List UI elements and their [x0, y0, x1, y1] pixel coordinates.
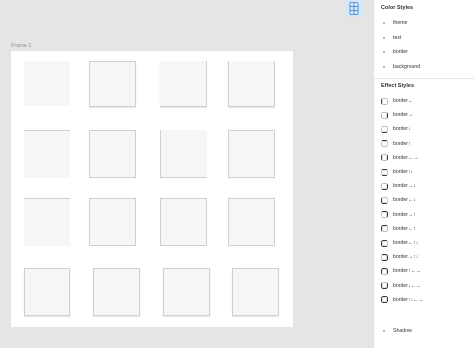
effect-style-row[interactable]: border→↓ [381, 181, 471, 191]
border-left-right-icon [381, 154, 388, 161]
tile-r1c3[interactable] [160, 61, 207, 107]
border-bottom-icon [381, 126, 388, 133]
color-style-text[interactable]: text [381, 33, 471, 43]
effect-style-label: border↓←→ [393, 282, 421, 289]
effect-style-label: border← [393, 98, 414, 104]
border-right-bottom-icon [381, 182, 388, 190]
effect-style-label: border→↓ [393, 183, 416, 190]
effect-style-label: border↑↓ [393, 169, 414, 175]
effect-style-label: border→↑↓ [393, 254, 419, 261]
border-left-bottom-icon [381, 197, 388, 204]
effect-style-label: border←→ [393, 154, 419, 161]
effect-style-row[interactable]: border←↑ [381, 224, 471, 234]
color-style-label: theme [393, 20, 408, 26]
effect-style-row[interactable]: border→ [381, 110, 471, 120]
effect-style-row[interactable]: border↑←→ [381, 266, 471, 276]
effect-style-shadow[interactable]: Shadow [381, 326, 471, 336]
bullet-icon [383, 330, 385, 332]
component-icon [349, 2, 359, 15]
effect-style-label: border←↑ [393, 225, 416, 232]
tile-r4c3[interactable] [163, 268, 210, 316]
tile-r4c2[interactable] [93, 268, 140, 316]
border-all-icon [381, 296, 388, 304]
effect-style-row[interactable]: border↑↓ [381, 167, 471, 177]
color-style-label: border [393, 49, 408, 55]
effect-style-label: border←↓ [393, 197, 416, 204]
border-top-bottom-icon [381, 168, 388, 176]
border-bottom-left-right-icon [381, 282, 388, 290]
bullet-icon [383, 36, 385, 39]
tile-r1c4[interactable] [228, 61, 275, 107]
effect-style-label: border←↑↓ [393, 240, 419, 246]
canvas[interactable]: Frame 1 [0, 0, 373, 348]
border-left-icon [381, 97, 388, 105]
effect-style-label: border→↑ [393, 211, 416, 218]
effect-style-row[interactable]: border←↑↓ [381, 238, 471, 248]
effect-style-row[interactable]: border← [381, 96, 471, 106]
border-right-top-icon [381, 211, 388, 218]
border-top-left-right-icon [381, 267, 388, 275]
effect-style-row[interactable]: border→↑ [381, 210, 471, 220]
color-style-label: background [393, 63, 421, 70]
bullet-icon [383, 51, 385, 53]
tile-r2c3[interactable] [160, 130, 207, 178]
border-left-top-icon [381, 225, 388, 232]
tile-r4c1[interactable] [24, 268, 70, 316]
section-divider [374, 78, 474, 79]
tile-r3c1[interactable] [24, 198, 70, 246]
tile-r1c2[interactable] [89, 61, 136, 107]
border-right-top-bottom-icon [381, 253, 388, 261]
effect-style-label: border→ [393, 112, 414, 119]
color-style-theme[interactable]: theme [381, 18, 471, 28]
effect-style-label: border↑↓←→ [393, 296, 424, 303]
bullet-icon [383, 22, 385, 24]
tile-r4c4[interactable] [232, 268, 279, 316]
effect-style-row[interactable]: border↓←→ [381, 281, 471, 291]
tile-r3c3[interactable] [160, 198, 207, 246]
styles-panel: Color Styles theme text border background E… [373, 0, 474, 348]
color-styles-title: Color Styles [381, 5, 414, 11]
effect-style-label: border↓ [393, 126, 411, 133]
component-button[interactable] [345, 0, 363, 17]
border-left-top-bottom-icon [381, 239, 388, 247]
effect-style-row[interactable]: border↑ [381, 139, 471, 149]
effect-style-label: border↑←→ [393, 268, 421, 275]
frame-label[interactable]: Frame 1 [11, 43, 31, 49]
effect-style-row[interactable]: border←↓ [381, 195, 471, 205]
effect-style-label: border↑ [393, 140, 411, 147]
tile-r1c1[interactable] [24, 61, 70, 106]
effect-style-label: Shadow [393, 328, 412, 334]
frame-1[interactable] [11, 51, 293, 327]
color-style-border[interactable]: border [381, 47, 471, 57]
tile-r2c1[interactable] [24, 130, 70, 178]
border-right-icon [381, 111, 388, 119]
border-top-icon [381, 140, 388, 147]
color-style-label: text [393, 34, 402, 41]
effect-style-row[interactable]: border↑↓←→ [381, 295, 471, 305]
bullet-icon [383, 65, 385, 68]
tile-r2c2[interactable] [89, 130, 136, 178]
tile-r2c4[interactable] [228, 130, 275, 178]
effect-style-row[interactable]: border→↑↓ [381, 252, 471, 262]
tile-r3c4[interactable] [228, 198, 275, 246]
color-style-background[interactable]: background [381, 62, 471, 72]
effect-style-row[interactable]: border←→ [381, 153, 471, 163]
effect-style-row[interactable]: border↓ [381, 124, 471, 134]
tile-r3c2[interactable] [89, 198, 136, 246]
effect-styles-title: Effect Styles [381, 83, 415, 89]
